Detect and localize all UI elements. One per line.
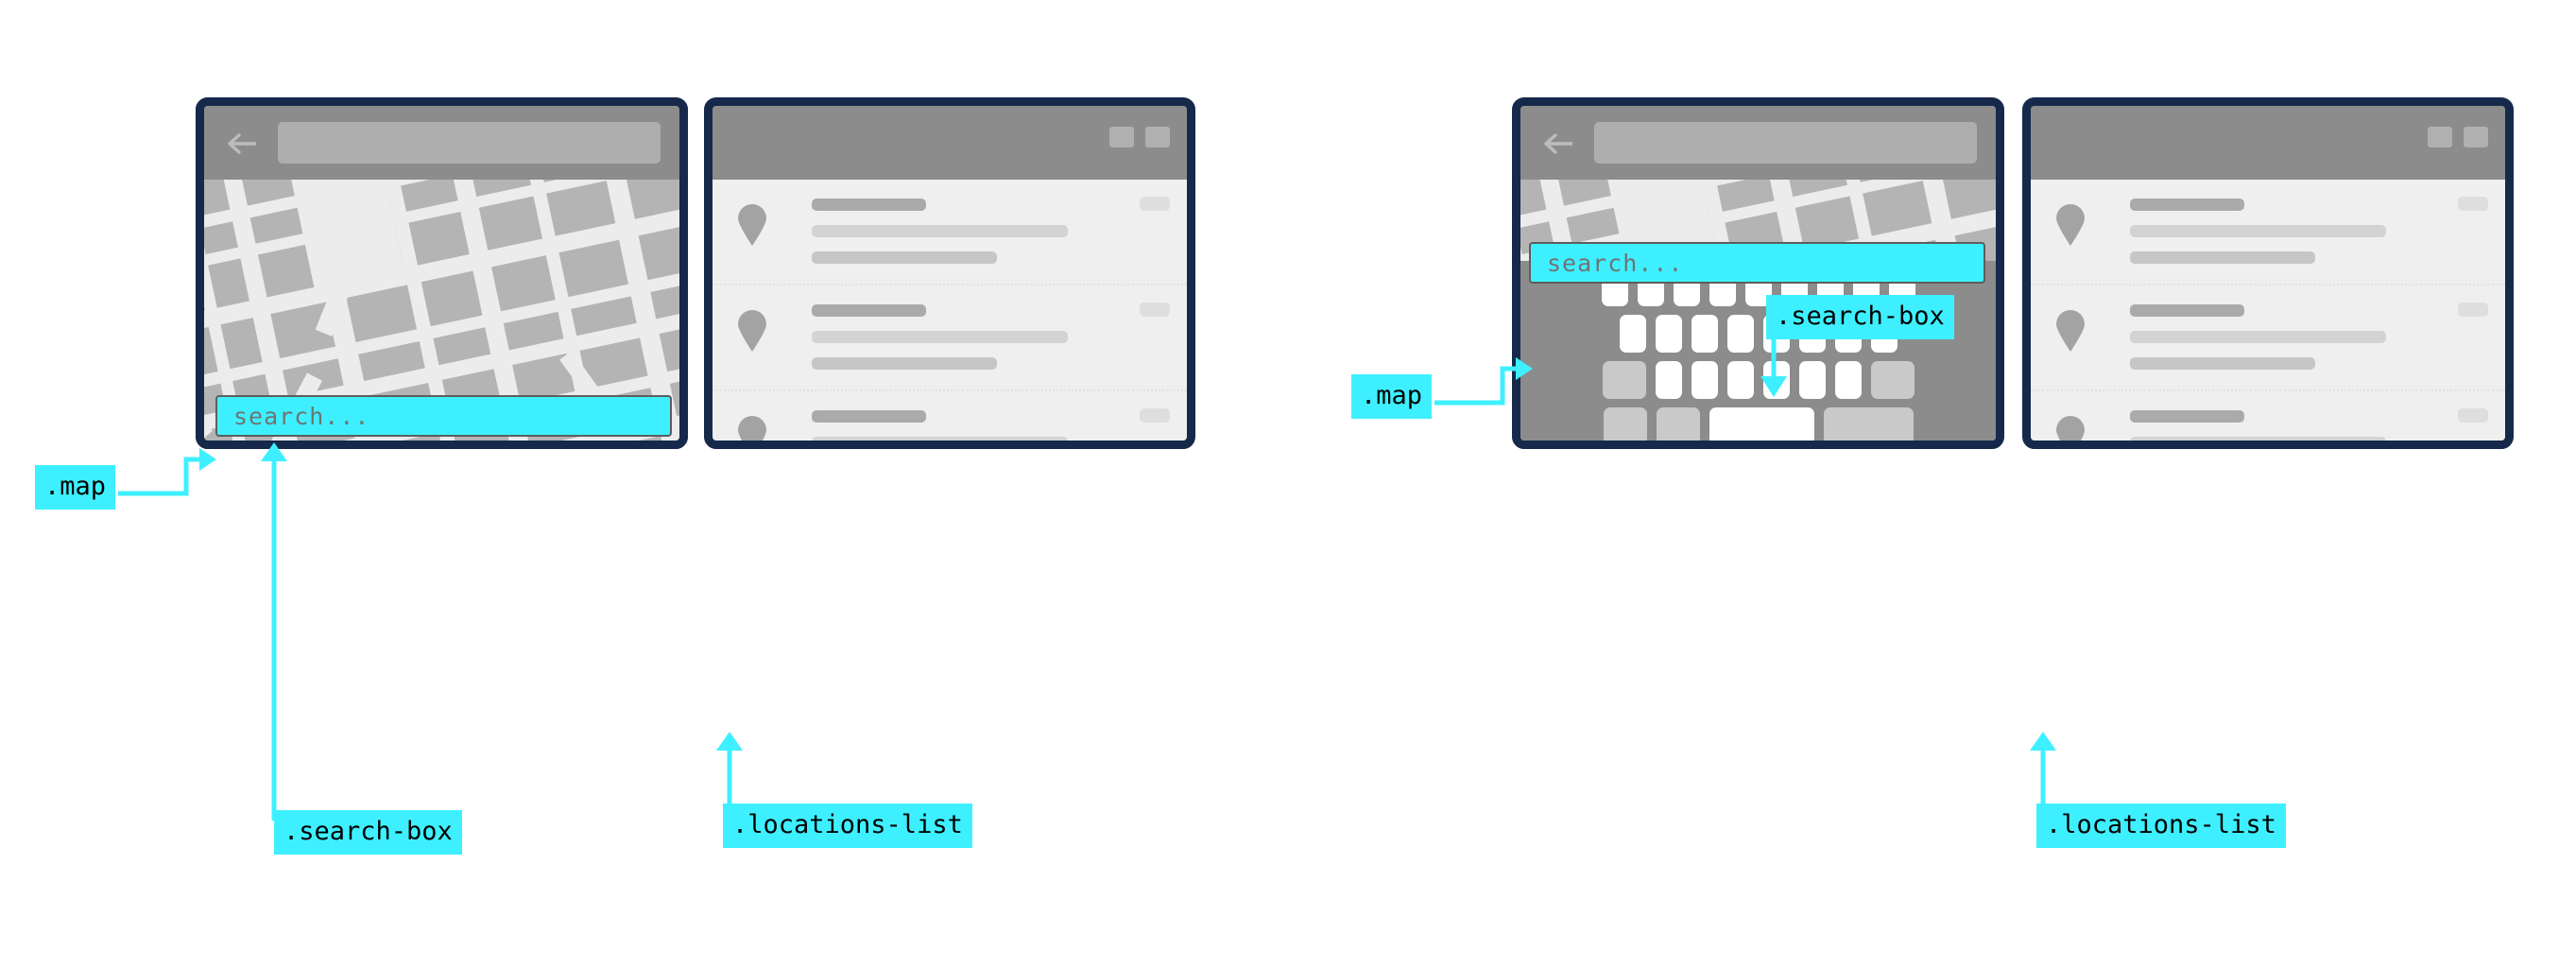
list-item-detail xyxy=(2130,251,2316,264)
list-top-bar-left xyxy=(713,106,1187,180)
list-item-subtitle xyxy=(2130,225,2387,237)
map-pin-icon xyxy=(2054,310,2087,352)
annotation-search-box-left: .search-box xyxy=(274,810,462,855)
list-item-chip xyxy=(1140,197,1170,211)
list-item-detail xyxy=(812,357,998,370)
list-item-text-lines xyxy=(2130,410,2486,441)
annotation-map-left: .map xyxy=(35,465,116,510)
list-item-title xyxy=(2130,410,2244,423)
keyboard-key[interactable] xyxy=(1726,361,1754,399)
list-item-text-lines xyxy=(812,410,1168,441)
list-item-text-lines xyxy=(812,199,1168,264)
list-item[interactable] xyxy=(2031,391,2505,441)
list-item[interactable] xyxy=(2031,180,2505,285)
list-item-subtitle xyxy=(812,225,1069,237)
symbols-key[interactable] xyxy=(1603,407,1647,441)
list-item[interactable] xyxy=(713,180,1187,285)
list-item-chip xyxy=(1140,302,1170,317)
maximize-button[interactable] xyxy=(1109,127,1134,147)
list-item-subtitle xyxy=(2130,437,2387,441)
leader-search-box-right xyxy=(1753,329,1810,405)
shift-key[interactable] xyxy=(1602,361,1646,399)
list-item-title xyxy=(812,304,926,317)
list-item[interactable] xyxy=(713,285,1187,391)
locations-list-left[interactable] xyxy=(713,180,1187,441)
list-item-detail xyxy=(812,251,998,264)
list-item-chip xyxy=(1140,408,1170,423)
map-pin-icon xyxy=(736,416,768,441)
list-item-title xyxy=(812,199,926,211)
app-bar-field-right[interactable] xyxy=(1594,122,1977,164)
list-item-text-lines xyxy=(812,304,1168,370)
list-item-title xyxy=(2130,304,2244,317)
list-item-title xyxy=(2130,199,2244,211)
keyboard-key[interactable] xyxy=(1655,361,1682,399)
keyboard-key[interactable] xyxy=(1691,361,1718,399)
map-pin-icon xyxy=(736,204,768,246)
annotation-search-box-right: .search-box xyxy=(1766,295,1954,339)
keyboard-key[interactable] xyxy=(1691,315,1718,353)
list-item-chip xyxy=(2458,197,2488,211)
search-box-right[interactable]: search... xyxy=(1529,242,1985,284)
minimize-button[interactable] xyxy=(2464,127,2488,147)
return-key[interactable] xyxy=(1823,407,1914,441)
arrow-left-icon[interactable] xyxy=(1543,130,1575,157)
map-pin-icon xyxy=(2054,204,2087,246)
keyboard-key[interactable] xyxy=(1619,315,1646,353)
list-item-subtitle xyxy=(812,331,1069,343)
maximize-button[interactable] xyxy=(2428,127,2452,147)
map-pin-icon xyxy=(736,310,768,352)
list-item-detail xyxy=(2130,357,2316,370)
list-top-bar-right xyxy=(2031,106,2505,180)
keyboard-key[interactable] xyxy=(1726,315,1754,353)
annotation-locations-list-left: .locations-list xyxy=(723,804,972,848)
keyboard-row-4 xyxy=(1520,407,1996,441)
app-bar-field-left[interactable] xyxy=(278,122,661,164)
comma-key[interactable] xyxy=(1656,407,1700,441)
list-item-text-lines xyxy=(2130,304,2486,370)
leader-map-right xyxy=(1434,354,1538,410)
search-placeholder: search... xyxy=(233,402,370,430)
list-item[interactable] xyxy=(713,391,1187,441)
list-item-chip xyxy=(2458,302,2488,317)
list-item-chip xyxy=(2458,408,2488,423)
list-item-title xyxy=(812,410,926,423)
list-item-text-lines xyxy=(2130,199,2486,264)
list-item[interactable] xyxy=(2031,285,2505,391)
backspace-key[interactable] xyxy=(1870,361,1915,399)
locations-list-right[interactable] xyxy=(2031,180,2505,441)
minimize-button[interactable] xyxy=(1145,127,1170,147)
space-key[interactable] xyxy=(1709,407,1814,441)
diagram-canvas: search... .map .search-box .locations-li… xyxy=(0,0,2576,968)
leader-search-box-left xyxy=(253,431,310,821)
locations-list-panel-left[interactable] xyxy=(704,97,1195,449)
leader-map-left xyxy=(118,444,222,501)
arrow-left-icon[interactable] xyxy=(227,130,259,157)
list-item-subtitle xyxy=(2130,331,2387,343)
keyboard-key[interactable] xyxy=(1834,361,1862,399)
map-pin-icon xyxy=(2054,416,2087,441)
keyboard-key[interactable] xyxy=(1655,315,1682,353)
annotation-map-right: .map xyxy=(1351,374,1433,419)
list-item-subtitle xyxy=(812,437,1069,441)
search-placeholder: search... xyxy=(1547,249,1684,277)
locations-list-panel-right[interactable] xyxy=(2022,97,2514,449)
annotation-locations-list-right: .locations-list xyxy=(2036,804,2286,848)
